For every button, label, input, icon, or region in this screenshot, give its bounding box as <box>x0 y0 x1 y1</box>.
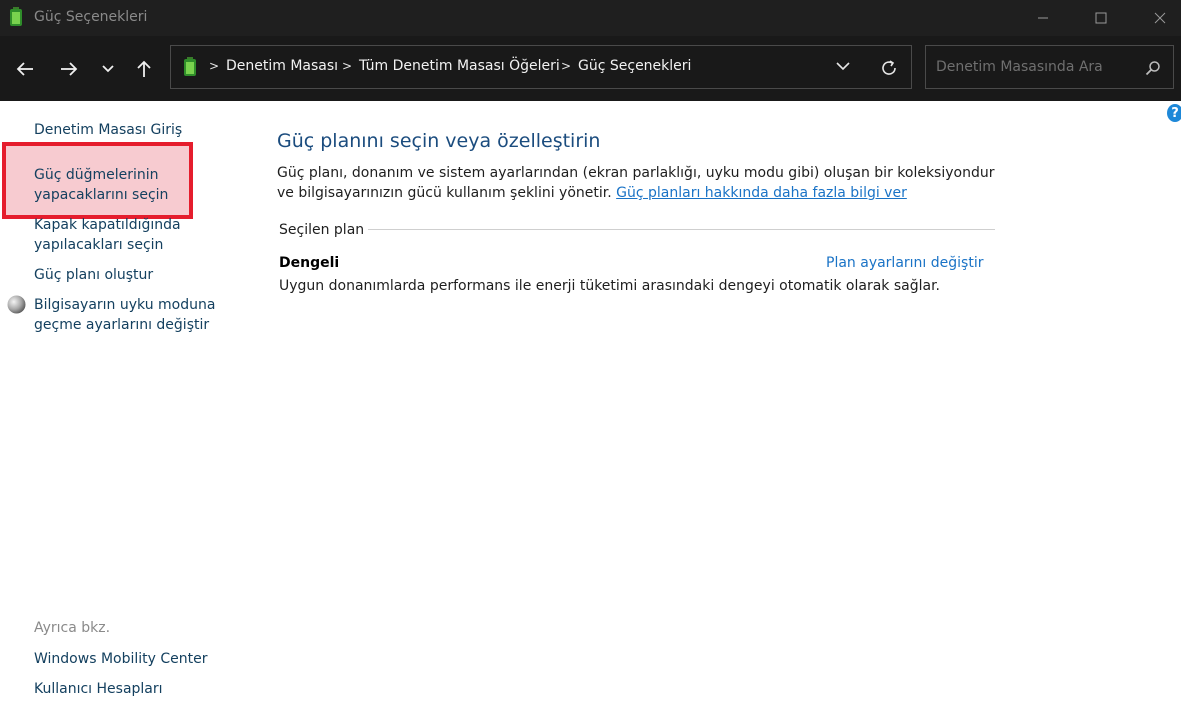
sidebar-item-label: Güç planı oluştur <box>34 267 154 283</box>
page-title: Güç planını seçin veya özelleştirin <box>277 130 601 152</box>
sidebar-item-home[interactable]: Denetim Masası Giriş <box>34 120 182 140</box>
sidebar-item-lid-close[interactable]: Kapak kapatıldığında yapılacakları seçin <box>34 215 181 255</box>
sleep-moon-icon <box>7 295 26 314</box>
forward-button[interactable] <box>55 56 83 82</box>
close-icon <box>1154 12 1166 24</box>
battery-icon <box>10 7 22 26</box>
sidebar-item-label: Bilgisayarın uyku moduna <box>34 297 216 313</box>
divider <box>368 229 995 230</box>
back-button[interactable] <box>11 56 39 82</box>
sidebar-item-create-plan[interactable]: Güç planı oluştur <box>34 265 153 285</box>
up-button[interactable] <box>130 56 158 82</box>
sidebar-item-sleep-settings[interactable]: Bilgisayarın uyku moduna geçme ayarların… <box>34 295 215 335</box>
search-input[interactable]: Denetim Masasında Ara <box>925 45 1174 89</box>
address-bar[interactable]: > Denetim Masası > Tüm Denetim Masası Öğ… <box>170 45 912 89</box>
plan-description: Uygun donanımlarda performans ile enerji… <box>279 278 941 294</box>
window-title: Güç Seçenekleri <box>34 9 148 25</box>
breadcrumb-separator: > <box>342 59 353 73</box>
sidebar-item-label: yapacaklarını seçin <box>34 187 169 203</box>
plan-name: Dengeli <box>279 255 340 271</box>
help-icon[interactable]: ? <box>1167 104 1181 122</box>
chevron-down-icon <box>102 65 114 73</box>
learn-more-link[interactable]: Güç planları hakkında daha fazla bilgi v… <box>616 185 907 201</box>
sidebar-item-label: geçme ayarlarını değiştir <box>34 317 210 333</box>
change-plan-settings-link[interactable]: Plan ayarlarını değiştir <box>826 255 983 271</box>
sidebar-item-label: Kapak kapatıldığında <box>34 217 181 233</box>
sidebar-item-label: yapılacakları seçin <box>34 237 164 253</box>
maximize-button[interactable] <box>1078 0 1124 36</box>
close-button[interactable] <box>1137 0 1181 36</box>
minimize-icon <box>1038 17 1048 19</box>
breadcrumb-item[interactable]: Tüm Denetim Masası Öğeleri <box>359 58 560 74</box>
navigation-bar: > Denetim Masası > Tüm Denetim Masası Öğ… <box>0 36 1181 101</box>
see-also-heading: Ayrıca bkz. <box>34 620 111 636</box>
title-bar: Güç Seçenekleri <box>0 0 1181 36</box>
search-icon[interactable] <box>1145 60 1161 76</box>
breadcrumb-separator: > <box>561 59 572 73</box>
arrow-left-icon <box>16 62 33 76</box>
sidebar-item-power-buttons[interactable]: Güç düğmelerinin yapacaklarını seçin <box>34 165 168 205</box>
selected-plan-heading: Seçilen plan <box>279 222 365 238</box>
recent-locations-button[interactable] <box>94 56 122 82</box>
breadcrumb-item[interactable]: Denetim Masası <box>226 58 338 74</box>
sidebar-item-user-accounts[interactable]: Kullanıcı Hesapları <box>34 679 163 699</box>
page-description: Güç planı, donanım ve sistem ayarlarında… <box>277 163 997 203</box>
breadcrumb-separator: > <box>209 59 220 73</box>
search-placeholder: Denetim Masasında Ara <box>936 59 1103 75</box>
chevron-down-icon[interactable] <box>835 60 851 72</box>
maximize-icon <box>1095 12 1107 24</box>
battery-icon <box>184 57 196 76</box>
arrow-right-icon <box>61 62 78 76</box>
sidebar-item-label: Güç düğmelerinin <box>34 167 159 183</box>
sidebar-item-mobility-center[interactable]: Windows Mobility Center <box>34 649 208 669</box>
refresh-icon[interactable] <box>879 58 899 78</box>
breadcrumb-item[interactable]: Güç Seçenekleri <box>578 58 691 74</box>
arrow-up-icon <box>137 60 151 77</box>
minimize-button[interactable] <box>1020 0 1066 36</box>
